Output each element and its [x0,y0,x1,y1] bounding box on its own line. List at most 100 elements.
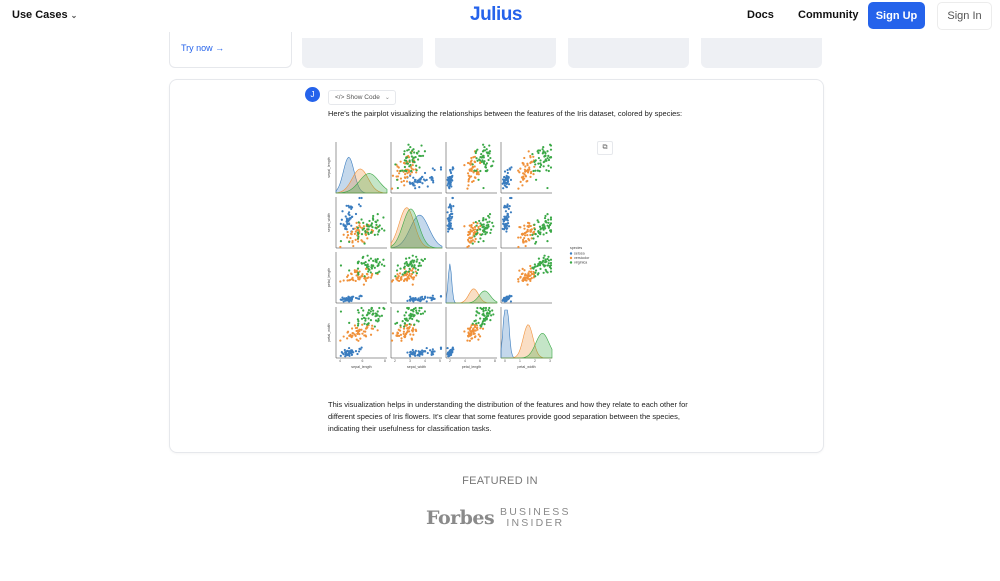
scatter-point-virginica [542,256,545,259]
scatter-point-setosa [431,177,434,180]
scatter-point-virginica [482,230,486,233]
scatter-point-virginica [357,273,360,276]
julius-logo[interactable]: Julius [470,4,522,26]
scatter-point-versicolor [349,272,353,275]
scatter-point-virginica [412,310,415,313]
scatter-point-virginica [412,156,416,159]
scatter-point-virginica [487,154,490,157]
scatter-point-setosa [429,349,432,352]
scatter-point-virginica [488,152,491,155]
scatter-point-setosa [418,299,421,302]
scatter-point-versicolor [339,339,342,342]
scatter-point-versicolor [527,272,530,276]
scatter-point-versicolor [367,276,370,279]
scatter-point-versicolor [402,330,405,333]
scatter-point-versicolor [475,172,479,176]
scatter-point-virginica [549,261,553,265]
x-tick-label: 6 [362,359,364,363]
scatter-point-versicolor [397,275,400,278]
show-code-button[interactable]: </> Show Code ⌄ [328,90,396,105]
scatter-point-setosa [503,180,506,184]
scatter-point-versicolor [410,329,414,332]
scatter-point-virginica [485,227,488,230]
scatter-point-setosa [509,178,513,182]
scatter-point-setosa [446,230,450,233]
scatter-point-virginica [403,165,406,169]
scatter-point-setosa [439,168,443,171]
scatter-point-virginica [537,272,540,275]
scatter-point-setosa [505,230,508,233]
scatter-point-virginica [548,156,552,159]
scatter-point-versicolor [528,222,531,225]
scatter-point-versicolor [412,333,415,336]
scatter-point-virginica [482,154,485,157]
scatter-point-virginica [541,261,544,264]
scatter-point-setosa [419,180,422,184]
scatter-point-virginica [374,312,377,315]
expand-icon[interactable]: ⧉ [597,141,613,155]
scatter-point-virginica [490,228,493,231]
scatter-point-virginica [356,267,360,270]
scatter-point-setosa [339,298,342,301]
scatter-point-versicolor [342,233,345,236]
scatter-point-versicolor [353,232,357,235]
scatter-point-virginica [485,170,488,173]
scatter-point-virginica [375,261,378,264]
scatter-point-virginica [415,169,418,172]
scatter-point-virginica [477,178,480,181]
scatter-point-virginica [377,225,380,228]
scatter-point-versicolor [528,166,531,169]
x-axis-label: petal_length [462,365,482,369]
scatter-point-virginica [478,219,481,223]
scatter-point-virginica [370,230,373,233]
scatter-point-virginica [542,263,545,266]
scatter-point-virginica [486,221,489,224]
scatter-point-versicolor [342,279,345,282]
x-tick-label: 2 [394,359,396,363]
use-case-card[interactable]: Try now → [169,28,292,68]
scatter-point-virginica [485,224,488,227]
x-tick-label: 3 [409,359,411,363]
scatter-point-virginica [401,169,404,172]
use-cases-menu[interactable]: Use Cases ⌄ [12,9,77,21]
scatter-point-versicolor [390,339,394,342]
scatter-point-virginica [471,163,474,166]
scatter-point-virginica [483,323,486,326]
scatter-point-versicolor [523,236,526,240]
community-link[interactable]: Community [798,9,859,21]
show-code-label: </> Show Code [335,94,380,101]
scatter-point-setosa [439,295,443,298]
scatter-point-versicolor [359,337,362,340]
scatter-point-virginica [533,228,536,231]
scatter-point-versicolor [403,184,406,187]
scatter-point-virginica [396,264,399,267]
scatter-point-setosa [504,210,508,213]
scatter-point-versicolor [529,154,532,158]
docs-link[interactable]: Docs [747,9,774,21]
scatter-point-setosa [414,180,417,183]
sign-up-button[interactable]: Sign Up [868,2,925,29]
scatter-point-versicolor [474,237,477,241]
scatter-point-virginica [471,242,474,245]
scatter-point-versicolor [406,330,409,333]
scatter-point-virginica [480,307,483,311]
sign-in-button[interactable]: Sign In [937,2,992,30]
try-now-link[interactable]: Try now → [181,43,224,53]
scatter-point-virginica [482,225,485,228]
scatter-point-virginica [369,271,372,274]
scatter-point-virginica [382,216,385,219]
scatter-point-virginica [547,226,550,229]
scatter-point-virginica [409,261,412,264]
scatter-point-versicolor [399,333,403,336]
chevron-down-icon: ⌄ [384,95,390,101]
scatter-point-virginica [406,149,409,152]
x-tick-label: 2 [534,359,536,363]
scatter-point-virginica [475,322,478,325]
scatter-point-virginica [403,150,406,153]
scatter-point-virginica [539,267,542,270]
scatter-point-virginica [549,230,553,233]
scatter-point-virginica [408,323,411,326]
scatter-point-virginica [396,186,399,190]
scatter-point-versicolor [354,326,357,330]
scatter-point-setosa [343,348,346,352]
